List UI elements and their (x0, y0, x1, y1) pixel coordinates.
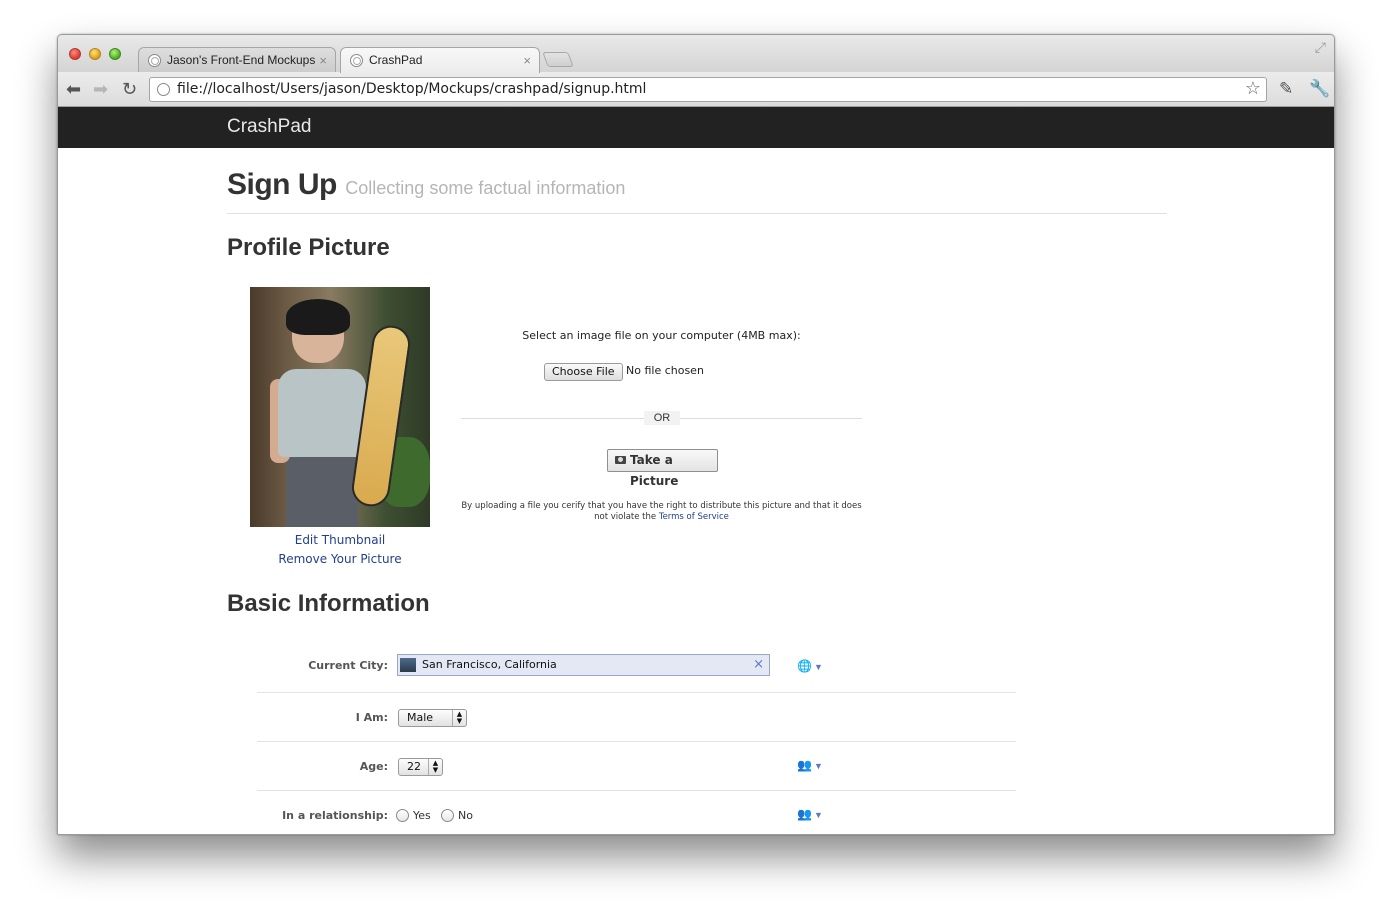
privacy-selector[interactable]: 🌐 ▼ (797, 659, 823, 673)
relationship-no-label: No (458, 809, 473, 822)
page-content: Sign Up Collecting some factual informat… (58, 148, 1334, 834)
token-remove-icon[interactable]: × (753, 655, 764, 675)
relationship-row: In a relationship: Yes No 👥 ▼ (257, 791, 1016, 834)
file-status: No file chosen (626, 364, 704, 377)
extension-icon[interactable]: ✎ (1279, 78, 1293, 100)
city-token-text: San Francisco, California (422, 658, 557, 671)
privacy-selector[interactable]: 👥 ▼ (797, 807, 823, 821)
chevron-down-icon: ▼ (813, 761, 823, 771)
address-bar[interactable]: file://localhost/Users/jason/Desktop/Moc… (149, 77, 1267, 102)
current-city-label: Current City: (308, 659, 388, 672)
url-text: file://localhost/Users/jason/Desktop/Moc… (177, 81, 647, 97)
tab-close-icon[interactable]: × (523, 48, 531, 73)
terms-of-service-link[interactable]: Terms of Service (659, 512, 729, 522)
app-navbar: CrashPad (58, 107, 1334, 148)
tab-crashpad[interactable]: CrashPad × (340, 47, 540, 73)
select-arrows-icon: ▲ ▼ (428, 759, 442, 775)
chevron-down-icon: ▼ (813, 662, 823, 672)
remove-picture-link[interactable]: Remove Your Picture (250, 552, 430, 566)
age-select[interactable]: 22 ▲ ▼ (398, 758, 443, 776)
minimize-window-button[interactable] (89, 48, 101, 60)
relationship-no-radio[interactable] (441, 809, 454, 822)
globe-icon (148, 54, 161, 67)
tab-label: Jason's Front-End Mockups (167, 53, 316, 67)
page-title: Sign Up (227, 168, 337, 201)
gender-value: Male (407, 711, 434, 724)
friends-privacy-icon: 👥 (797, 807, 812, 821)
forward-icon[interactable]: ➡ (93, 78, 108, 100)
reload-icon[interactable]: ↻ (122, 78, 137, 100)
or-label: OR (644, 411, 680, 425)
globe-privacy-icon: 🌐 (797, 659, 812, 673)
basic-information-heading: Basic Information (227, 590, 430, 617)
upload-prompt: Select an image file on your computer (4… (522, 329, 801, 342)
select-arrows-icon: ▲ ▼ (452, 710, 466, 726)
page-subtitle: Collecting some factual information (345, 178, 626, 198)
camera-icon (615, 456, 626, 464)
bookmark-star-icon[interactable]: ☆ (1245, 78, 1261, 100)
brand-logo[interactable]: CrashPad (227, 116, 312, 138)
gender-select[interactable]: Male ▲ ▼ (398, 709, 467, 727)
take-picture-button[interactable]: Take a Picture (607, 449, 718, 488)
tab-strip: Jason's Front-End Mockups × CrashPad × ⤢ (58, 35, 1334, 73)
wrench-icon[interactable]: 🔧 (1309, 78, 1330, 100)
fullscreen-icon[interactable]: ⤢ (1315, 39, 1326, 56)
age-value: 22 (407, 760, 421, 773)
new-tab-button[interactable] (542, 52, 574, 67)
page-header: Sign Up Collecting some factual informat… (227, 168, 1167, 214)
edit-thumbnail-link[interactable]: Edit Thumbnail (250, 533, 430, 547)
upload-legal-notice: By uploading a file you cerify that you … (461, 501, 862, 523)
relationship-label: In a relationship: (282, 809, 388, 822)
relationship-yes-radio[interactable] (396, 809, 409, 822)
browser-toolbar: ⬅ ➡ ↻ file://localhost/Users/jason/Deskt… (58, 72, 1334, 107)
globe-icon (350, 54, 363, 67)
city-thumbnail (400, 658, 416, 672)
zoom-window-button[interactable] (109, 48, 121, 60)
privacy-selector[interactable]: 👥 ▼ (797, 758, 823, 772)
gender-row: I Am: Male ▲ ▼ (257, 693, 1016, 742)
profile-photo (250, 287, 430, 527)
page-icon (157, 83, 170, 96)
age-label: Age: (359, 760, 388, 773)
back-icon[interactable]: ⬅ (66, 78, 81, 100)
current-city-row: Current City: San Francisco, California … (257, 644, 1016, 693)
age-row: Age: 22 ▲ ▼ 👥 ▼ (257, 742, 1016, 791)
chevron-down-icon: ▼ (813, 810, 823, 820)
profile-picture-heading: Profile Picture (227, 234, 390, 261)
tab-close-icon[interactable]: × (319, 48, 327, 73)
close-window-button[interactable] (69, 48, 81, 60)
gender-label: I Am: (355, 711, 388, 724)
relationship-yes-label: Yes (413, 809, 431, 822)
tab-label: CrashPad (369, 53, 423, 67)
take-picture-label: Take a Picture (630, 453, 679, 488)
friends-privacy-icon: 👥 (797, 758, 812, 772)
browser-window: Jason's Front-End Mockups × CrashPad × ⤢… (57, 34, 1335, 835)
tab-mockups[interactable]: Jason's Front-End Mockups × (138, 47, 336, 73)
current-city-input[interactable]: San Francisco, California × (397, 654, 770, 676)
choose-file-button[interactable]: Choose File (544, 363, 623, 381)
